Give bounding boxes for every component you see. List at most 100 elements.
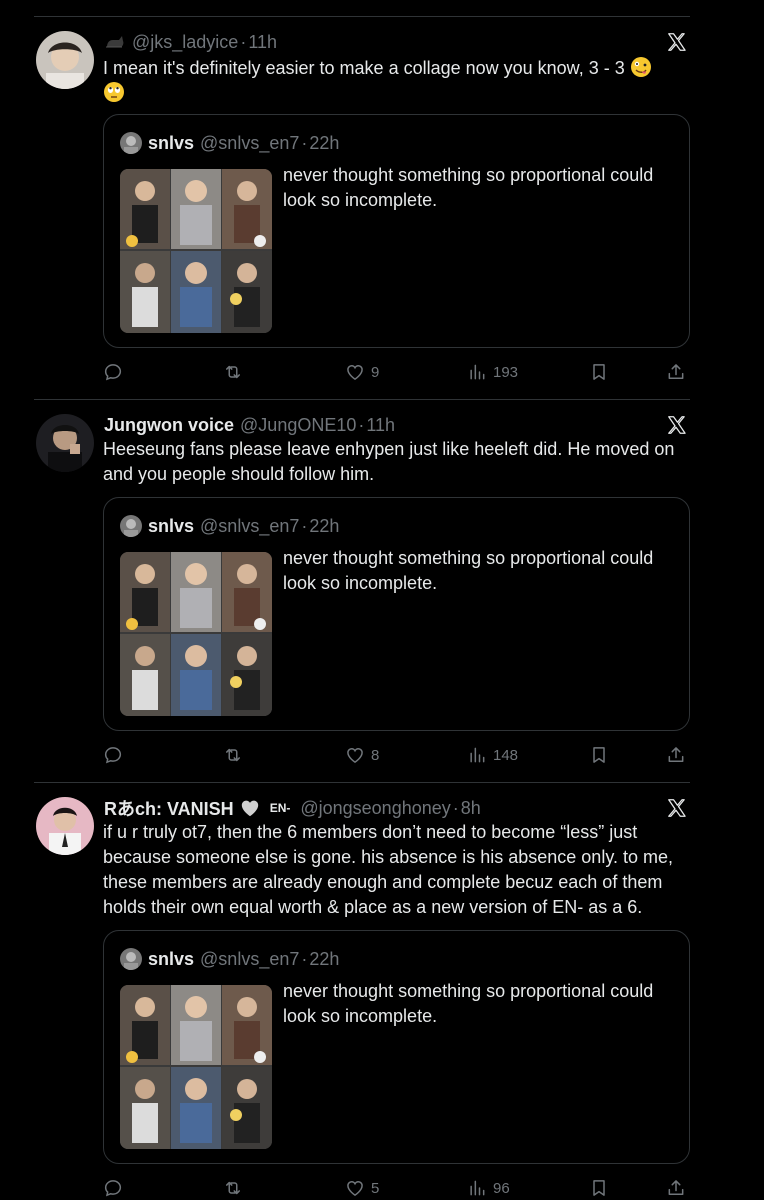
retweet-button[interactable] [223, 359, 243, 385]
tweet[interactable]: @jks_ladyice · 11h I mean it's definitel… [0, 29, 764, 399]
user-display-name[interactable]: Jungwon voice [104, 415, 234, 436]
avatar[interactable] [36, 414, 94, 472]
x-logo-icon [666, 414, 688, 436]
heart-icon [345, 1178, 365, 1198]
quote-text: never thought something so proportional … [283, 165, 654, 210]
quoted-tweet[interactable]: snlvs @snlvs_en7 · 22h never thought som… [103, 930, 690, 1164]
bookmark-button[interactable] [589, 742, 609, 768]
quote-author-name: snlvs [148, 132, 195, 153]
quote-image[interactable] [120, 985, 272, 1149]
quote-author-handle: @snlvs_en7 [200, 948, 300, 969]
user-handle[interactable]: @JungONE10 [240, 415, 356, 436]
avatar[interactable] [36, 31, 94, 89]
quote-avatar [120, 132, 142, 154]
views-icon [467, 1178, 487, 1198]
bookmark-icon [589, 745, 609, 765]
x-logo-icon [666, 797, 688, 819]
share-icon [666, 362, 686, 382]
user-handle[interactable]: @jks_ladyice [132, 32, 238, 53]
reply-icon [103, 745, 123, 765]
avatar[interactable] [36, 797, 94, 855]
quote-author-name: snlvs [148, 515, 195, 536]
heart-icon [345, 745, 365, 765]
rolling-eyes-emoji-icon [104, 82, 124, 102]
en-badge: EN- [269, 801, 291, 815]
tweet-text: I mean it's definitely easier to make a … [103, 56, 693, 106]
quote-author-name: snlvs [148, 948, 195, 969]
separator: · [301, 515, 308, 536]
reply-icon [103, 362, 123, 382]
quote-text: never thought something so proportional … [283, 981, 654, 1026]
bookmark-button[interactable] [589, 1175, 609, 1200]
separator: · [452, 797, 459, 818]
x-logo-icon [666, 31, 688, 53]
views-button[interactable]: 193 [467, 359, 518, 385]
tweet-text: if u r truly ot7, then the 6 members don… [103, 822, 674, 917]
quote-image[interactable] [120, 169, 272, 333]
retweet-icon [223, 1178, 243, 1198]
separator: · [301, 132, 308, 153]
quote-image[interactable] [120, 552, 272, 716]
tweet[interactable]: Jungwon voice @JungONE10 · 11h Heeseung … [0, 412, 764, 782]
view-count: 148 [493, 746, 519, 764]
like-count: 8 [371, 746, 380, 764]
timestamp[interactable]: 11h [248, 32, 277, 53]
bookmark-icon [589, 362, 609, 382]
share-icon [666, 1178, 686, 1198]
views-icon [467, 362, 487, 382]
tweet-text: Heeseung fans please leave enhypen just … [103, 439, 675, 484]
quoted-tweet[interactable]: snlvs @snlvs_en7 · 22h never thought som… [103, 114, 690, 348]
user-display-name[interactable]: Rあch: VANISH [104, 795, 234, 821]
bookmark-button[interactable] [589, 359, 609, 385]
retweet-icon [223, 362, 243, 382]
like-button[interactable]: 5 [345, 1175, 379, 1200]
divider [34, 16, 690, 17]
share-button[interactable] [666, 1175, 686, 1200]
reply-button[interactable] [103, 359, 123, 385]
reply-icon [103, 1178, 123, 1198]
share-button[interactable] [666, 742, 686, 768]
quote-text: never thought something so proportional … [283, 548, 654, 593]
reply-button[interactable] [103, 742, 123, 768]
share-button[interactable] [666, 359, 686, 385]
views-button[interactable]: 148 [467, 742, 518, 768]
like-button[interactable]: 9 [345, 359, 379, 385]
user-handle[interactable]: @jongseonghoney [300, 798, 450, 819]
bookmark-icon [589, 1178, 609, 1198]
view-count: 96 [493, 1179, 510, 1197]
retweet-button[interactable] [223, 742, 243, 768]
quote-author-handle: @snlvs_en7 [200, 132, 300, 153]
like-button[interactable]: 8 [345, 742, 379, 768]
views-icon [467, 745, 487, 765]
views-button[interactable]: 96 [467, 1175, 510, 1200]
reply-button[interactable] [103, 1175, 123, 1200]
cat-emoji-icon [106, 36, 124, 48]
heart-icon [345, 362, 365, 382]
retweet-button[interactable] [223, 1175, 243, 1200]
separator: · [301, 948, 308, 969]
separator: · [358, 414, 365, 435]
tweet-text-content: I mean it's definitely easier to make a … [103, 58, 625, 78]
view-count: 193 [493, 363, 519, 381]
retweet-icon [223, 745, 243, 765]
timestamp[interactable]: 11h [366, 415, 395, 436]
zany-face-emoji-icon [630, 57, 651, 77]
tweet-actions: 9 193 [103, 359, 689, 385]
grey-heart-emoji-icon [241, 800, 258, 817]
divider [34, 782, 690, 783]
quote-avatar [120, 948, 142, 970]
quote-author-handle: @snlvs_en7 [200, 515, 300, 536]
quote-avatar [120, 515, 142, 537]
quote-timestamp: 22h [309, 132, 340, 153]
divider [34, 399, 690, 400]
tweet-actions: 5 96 [103, 1175, 689, 1200]
timestamp[interactable]: 8h [461, 798, 481, 819]
like-count: 5 [371, 1179, 380, 1197]
tweet-actions: 8 148 [103, 742, 689, 768]
quoted-tweet[interactable]: snlvs @snlvs_en7 · 22h never thought som… [103, 497, 690, 731]
tweet[interactable]: Rあch: VANISH EN- @jongseonghoney · 8h if… [0, 795, 764, 1200]
share-icon [666, 745, 686, 765]
separator: · [240, 31, 247, 52]
quote-timestamp: 22h [309, 948, 340, 969]
like-count: 9 [371, 363, 380, 381]
